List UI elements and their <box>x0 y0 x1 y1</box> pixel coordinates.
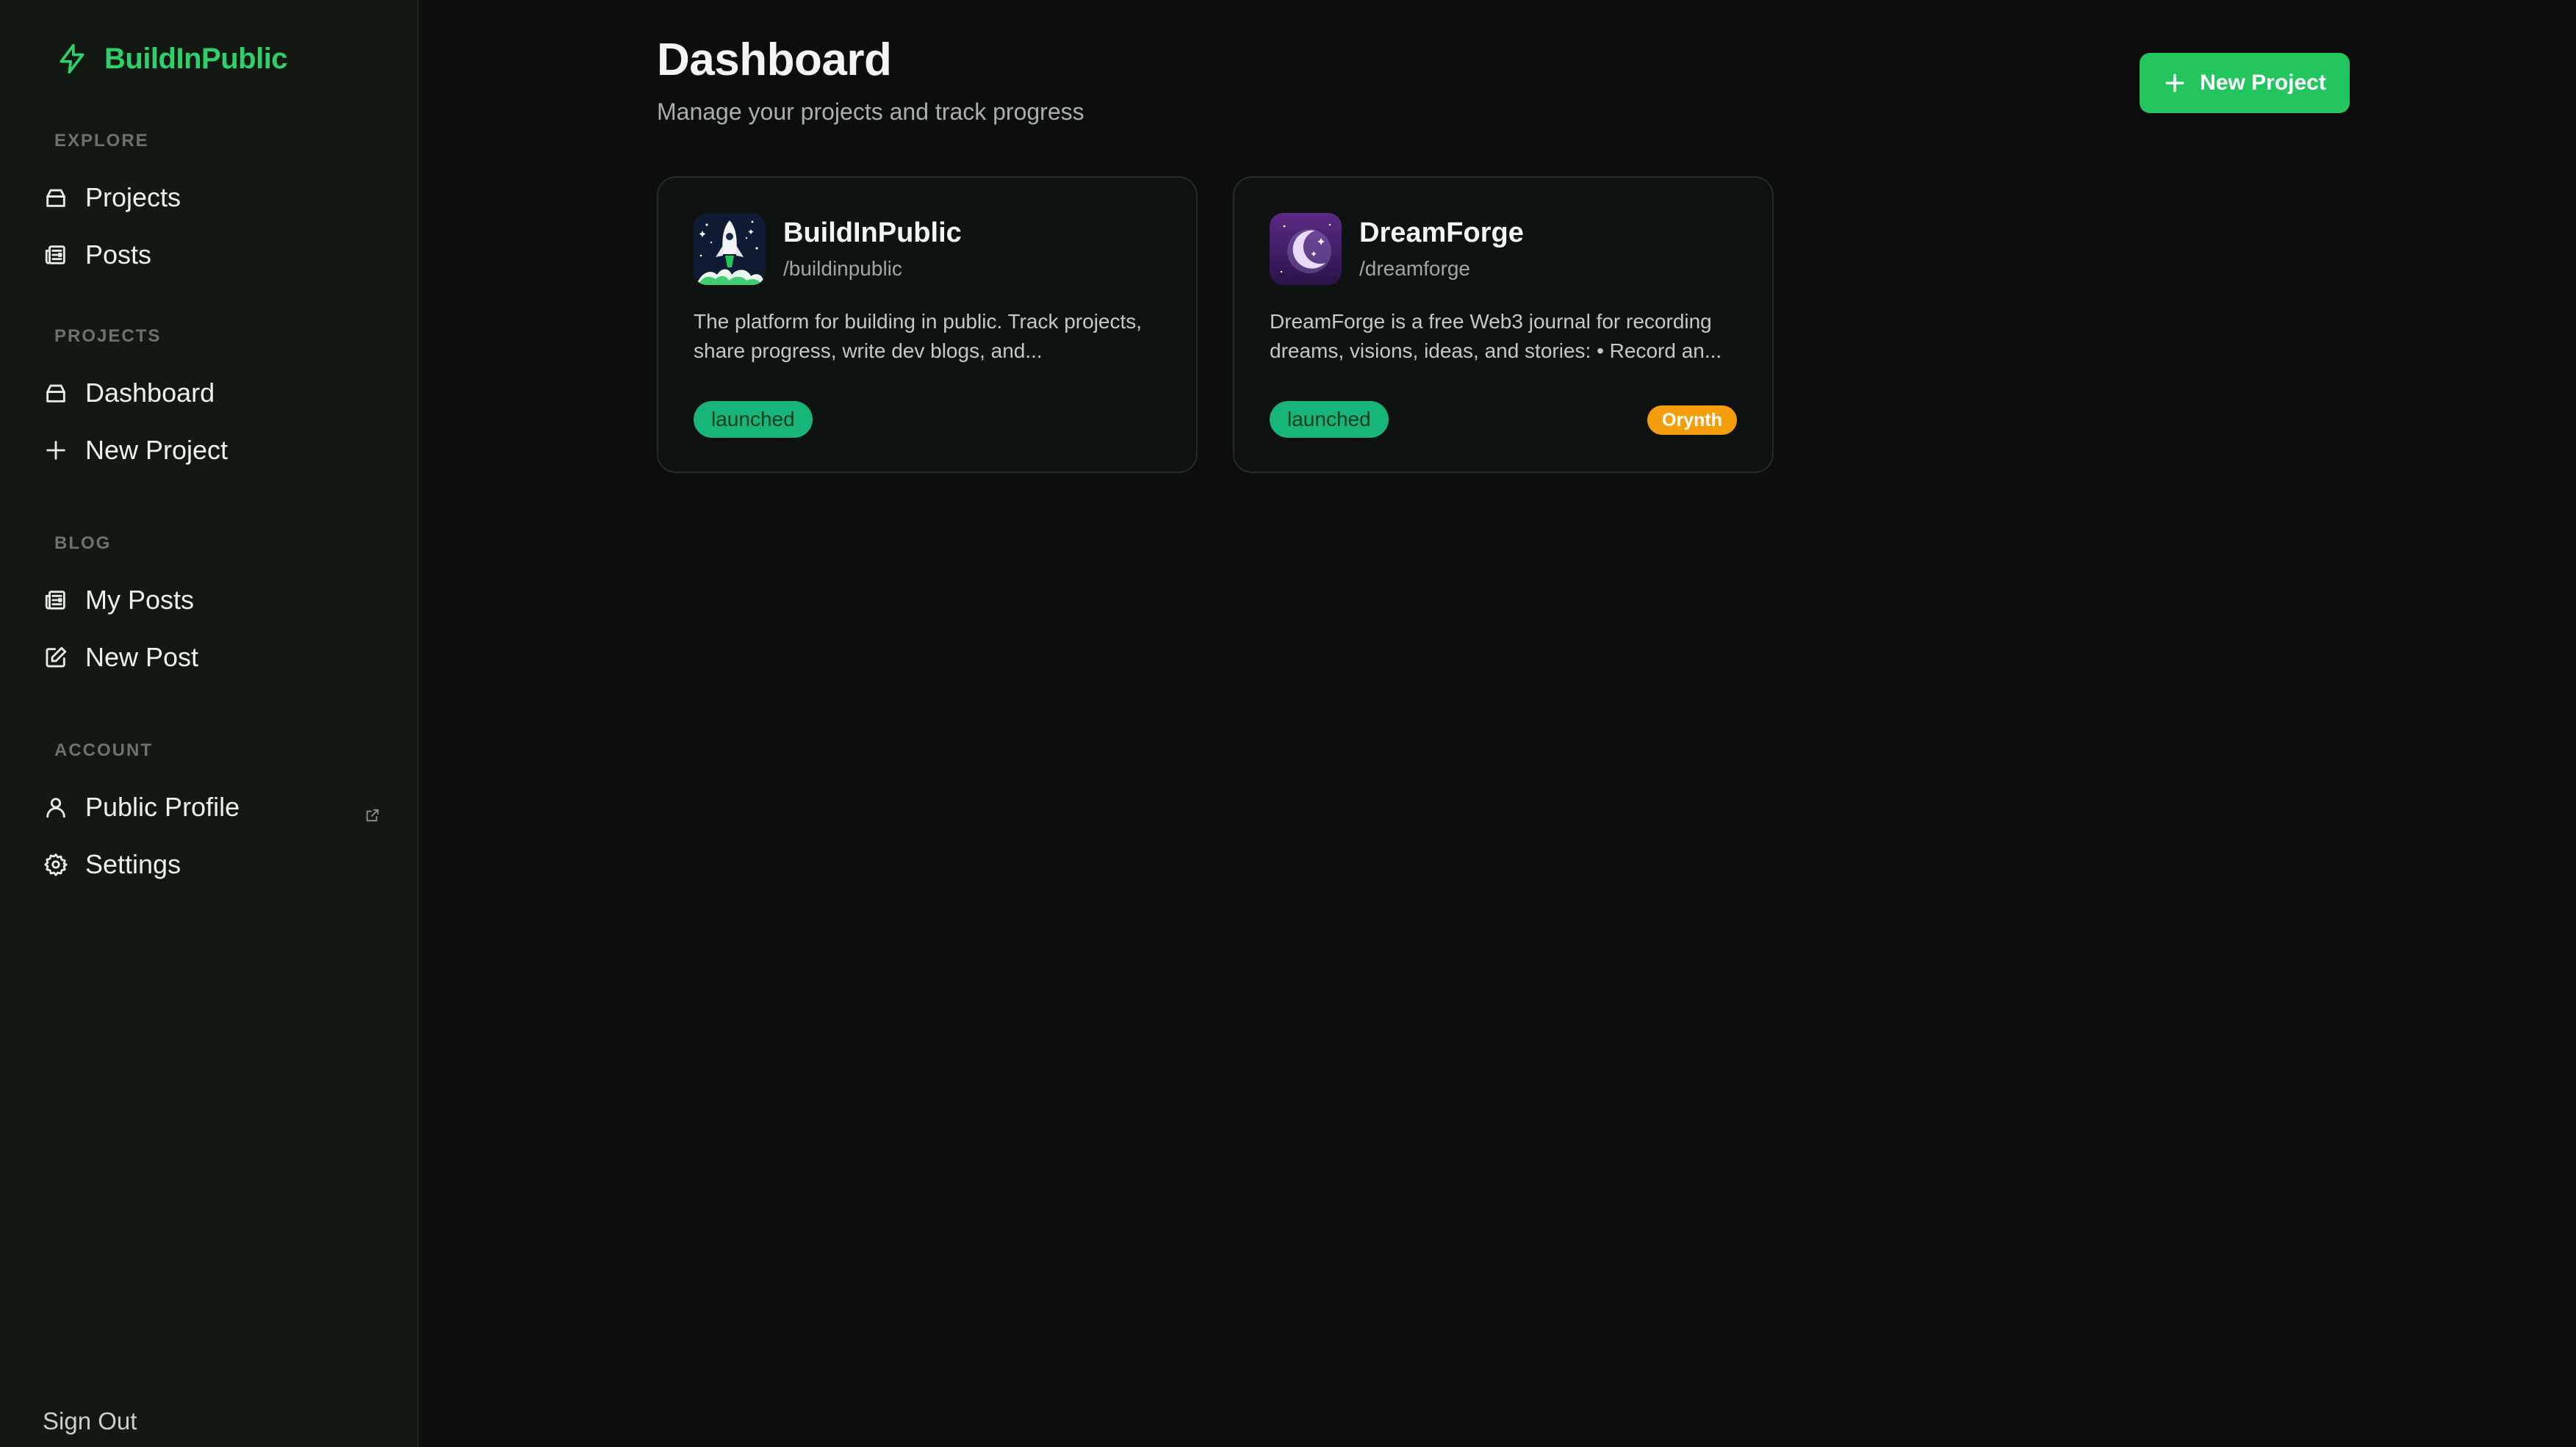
sidebar-item-public-profile[interactable]: Public Profile <box>43 782 381 833</box>
project-slug: /dreamforge <box>1359 257 1470 280</box>
project-name: BuildInPublic <box>783 217 962 248</box>
lightning-icon <box>60 43 84 74</box>
page-subtitle: Manage your projects and track progress <box>657 98 1084 125</box>
sidebar-item-dashboard[interactable]: Dashboard <box>43 367 381 419</box>
status-badge: launched <box>694 401 813 438</box>
sidebar-item-label: Projects <box>85 182 181 212</box>
tag-badge[interactable]: Orynth <box>1647 405 1737 435</box>
sidebar-item-label: My Posts <box>85 585 195 615</box>
new-project-label: New Project <box>2200 71 2326 95</box>
newspaper-icon <box>43 587 69 613</box>
new-project-button[interactable]: New Project <box>2140 53 2350 113</box>
project-card-buildinpublic[interactable]: BuildInPublic /buildinpublic The platfor… <box>657 176 1198 473</box>
section-label-blog: BLOG <box>54 533 112 553</box>
sidebar-item-label: New Post <box>85 642 199 672</box>
project-slug: /buildinpublic <box>783 257 902 280</box>
rocket-logo <box>694 213 766 285</box>
project-description: The platform for building in public. Tra… <box>694 310 1143 362</box>
sidebar-item-label: Public Profile <box>85 792 240 822</box>
external-link-icon[interactable] <box>364 799 381 822</box>
section-label-account: ACCOUNT <box>54 740 153 760</box>
brand[interactable]: BuildInPublic <box>56 41 288 76</box>
sidebar-item-my-posts[interactable]: My Posts <box>43 574 381 626</box>
moon-logo <box>1270 213 1342 285</box>
sidebar-item-label: New Project <box>85 435 229 465</box>
plus-icon <box>43 437 69 463</box>
sidebar-item-new-post[interactable]: New Post <box>43 632 381 683</box>
edit-icon <box>43 644 69 671</box>
box-icon <box>43 380 69 406</box>
project-name: DreamForge <box>1359 217 1524 248</box>
section-label-explore: EXPLORE <box>54 131 149 151</box>
user-icon <box>43 794 69 820</box>
page-title: Dashboard <box>657 35 892 85</box>
sign-out-button[interactable]: Sign Out <box>43 1407 137 1435</box>
sidebar-item-label: Dashboard <box>85 378 215 408</box>
sidebar-item-projects[interactable]: Projects <box>43 172 381 223</box>
sidebar-item-posts[interactable]: Posts <box>43 229 381 281</box>
section-label-projects: PROJECTS <box>54 326 162 346</box>
project-card-dreamforge[interactable]: DreamForge /dreamforge DreamForge is a f… <box>1233 176 1774 473</box>
newspaper-icon <box>43 242 69 268</box>
status-badge: launched <box>1270 401 1389 438</box>
sidebar: BuildInPublic EXPLORE Projects Posts PRO… <box>0 0 419 1447</box>
project-description: DreamForge is a free Web3 journal for re… <box>1270 310 1722 362</box>
box-icon <box>43 184 69 211</box>
plus-icon <box>2165 73 2184 93</box>
sidebar-item-label: Posts <box>85 239 152 270</box>
app-root: BuildInPublic EXPLORE Projects Posts PRO… <box>0 0 2576 1447</box>
brand-name: BuildInPublic <box>104 42 288 75</box>
sidebar-item-label: Settings <box>85 849 181 879</box>
sidebar-item-settings[interactable]: Settings <box>43 839 381 890</box>
sidebar-item-new-project[interactable]: New Project <box>43 425 381 476</box>
gear-icon <box>43 851 69 878</box>
